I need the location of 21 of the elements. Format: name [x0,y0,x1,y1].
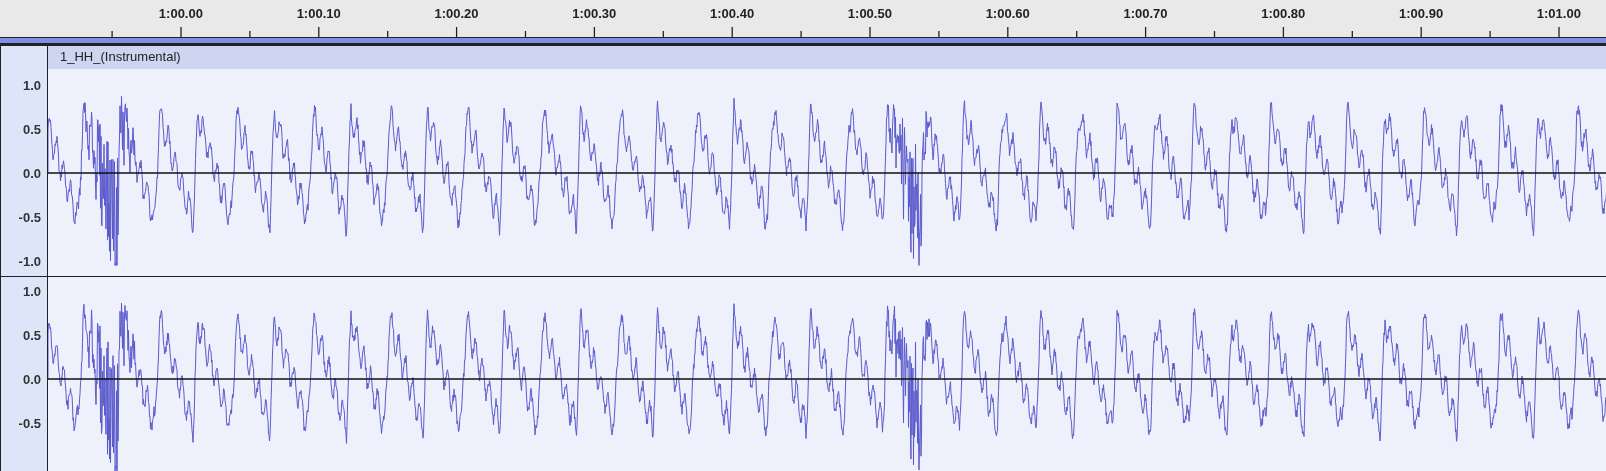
track-name[interactable]: 1_HH_(Instrumental) [48,46,1606,69]
axis-label: -0.5 [18,209,41,225]
time-label: 1:00.60 [984,6,1031,21]
axis-label: 0.0 [22,371,41,387]
time-label: 1:00.50 [846,6,893,21]
time-label: 1:00.80 [1260,6,1307,21]
time-label: 1:00.40 [709,6,756,21]
time-label: 1:00.90 [1398,6,1445,21]
axis-label: -0.5 [18,415,41,431]
time-label: 1:00.70 [1122,6,1169,21]
axis-label: 1.0 [22,77,41,93]
time-label: 1:00.30 [571,6,618,21]
axis-label: 0.5 [22,121,41,137]
time-label: 1:00.10 [295,6,342,21]
axis-label: 1.0 [22,283,41,299]
axis-label: 0.5 [22,327,41,343]
axis-label: 0.0 [22,165,41,181]
time-label: 1:01.00 [1535,6,1582,21]
time-label: 1:00.00 [157,6,204,21]
time-label: 1:00.20 [433,6,480,21]
axis-label: -1.0 [18,253,41,269]
